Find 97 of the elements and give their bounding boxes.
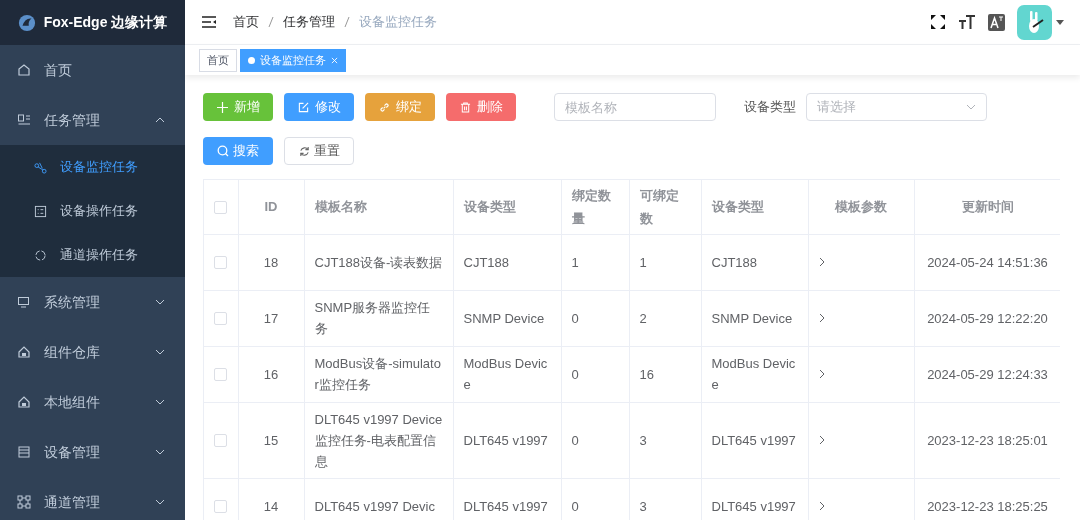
- chevron-right-icon[interactable]: [818, 313, 825, 323]
- table-cell: ModBus Device: [463, 356, 548, 392]
- chevron-down-icon: [966, 104, 976, 110]
- table-cell: DLT645 v1997: [463, 498, 548, 514]
- breadcrumb-separator: [344, 16, 350, 28]
- table-cell: DLT645 v1997 Devic: [314, 498, 435, 514]
- list-icon: [34, 204, 47, 218]
- table-cell: DLT645 v1997 Device监控任务-电表配置信息: [314, 411, 443, 469]
- breadcrumb-separator: [268, 16, 274, 28]
- row-checkbox[interactable]: [214, 500, 228, 514]
- submenu-item[interactable]: 设备监控任务: [0, 145, 185, 189]
- table-cell: ModBus设备-simulator监控任务: [314, 356, 441, 392]
- monitor-icon: [17, 295, 31, 309]
- breadcrumb-item[interactable]: 首页: [233, 12, 259, 32]
- sidebar-item[interactable]: 任务管理: [0, 95, 185, 145]
- sidebar-item[interactable]: 本地组件: [0, 377, 185, 427]
- column-header: 可绑定数: [639, 187, 679, 226]
- table-cell: 2024-05-29 12:24:33: [927, 366, 1048, 382]
- row-checkbox[interactable]: [214, 434, 228, 448]
- sidebar-item[interactable]: 组件仓库: [0, 327, 185, 377]
- table-cell: DLT645 v1997: [711, 498, 796, 514]
- column-header: ID: [264, 199, 278, 215]
- table-cell: DLT645 v1997: [711, 432, 796, 448]
- table-cell: 2: [639, 310, 647, 326]
- table-cell: 3: [639, 432, 647, 448]
- row-checkbox[interactable]: [214, 256, 228, 270]
- table-cell: 2024-05-24 14:51:36: [927, 254, 1048, 270]
- reset-button[interactable]: 重置: [284, 137, 354, 165]
- table-cell: CJT188设备-读表数据: [314, 254, 443, 270]
- template-name-field[interactable]: 模板名称: [554, 93, 716, 121]
- table-cell: 3: [639, 498, 647, 514]
- breadcrumb-item: 设备监控任务: [359, 13, 437, 32]
- column-header: 设备类型: [711, 199, 764, 215]
- row-checkbox[interactable]: [214, 312, 228, 326]
- refresh-icon: [298, 145, 310, 157]
- column-header: 绑定数量: [571, 187, 611, 226]
- house-icon: [17, 345, 31, 359]
- search-icon: [217, 145, 229, 157]
- table-cell: 0: [571, 310, 579, 326]
- nodes-icon: [17, 495, 31, 509]
- table-cell: 14: [263, 498, 279, 514]
- sidebar-item[interactable]: 设备管理: [0, 427, 185, 477]
- page-tab[interactable]: 首页: [199, 48, 237, 72]
- column-header: 设备类型: [463, 199, 516, 215]
- house-icon: [17, 395, 31, 409]
- chevron-right-icon[interactable]: [818, 257, 825, 267]
- table-cell: 2023-12-23 18:25:25: [927, 498, 1048, 514]
- submenu-item[interactable]: 通道操作任务: [0, 233, 185, 277]
- app-title: Fox-Edge 边缘计算: [43, 13, 168, 32]
- plus-icon: [216, 101, 228, 113]
- table-cell: 15: [263, 432, 279, 448]
- table-cell: 1: [639, 254, 647, 270]
- device-type-label: 设备类型: [744, 98, 796, 117]
- circle-icon: [34, 248, 47, 262]
- submenu-item[interactable]: 设备操作任务: [0, 189, 185, 233]
- edit-icon: [297, 101, 309, 113]
- select-all-checkbox[interactable]: [214, 201, 228, 215]
- table-cell: 0: [571, 366, 579, 382]
- chevron-right-icon[interactable]: [818, 369, 825, 379]
- table-cell: CJT188: [711, 254, 758, 270]
- sidebar-item[interactable]: 通道管理: [0, 477, 185, 520]
- chevron-right-icon[interactable]: [818, 435, 825, 445]
- table-cell: 2024-05-29 12:22:20: [927, 310, 1048, 326]
- fullscreen-icon[interactable]: [930, 14, 946, 30]
- table-cell: SNMP Device: [463, 310, 545, 326]
- active-dot-icon: [248, 56, 255, 64]
- chevron-right-icon[interactable]: [818, 501, 825, 511]
- dashboard-icon: [17, 113, 31, 127]
- link-icon: [378, 101, 390, 113]
- table-cell: 0: [571, 498, 579, 514]
- table-cell: DLT645 v1997: [463, 432, 548, 448]
- column-header: 更新时间: [961, 199, 1014, 215]
- font-size-icon[interactable]: [958, 14, 976, 30]
- table-cell: SNMP Device: [711, 310, 793, 326]
- server-icon: [17, 445, 31, 459]
- table-cell: 1: [571, 254, 579, 270]
- column-header: 模板名称: [314, 199, 367, 215]
- home-icon: [17, 63, 31, 77]
- table-cell: 0: [571, 432, 579, 448]
- table-cell: CJT188: [463, 254, 510, 270]
- caret-icon[interactable]: [1056, 19, 1064, 25]
- column-header: 模板参数: [835, 199, 887, 215]
- breadcrumb-item[interactable]: 任务管理: [283, 12, 335, 32]
- table-cell: 16: [263, 366, 279, 382]
- table-cell: 17: [263, 310, 279, 326]
- row-checkbox[interactable]: [214, 368, 228, 382]
- share-icon: [34, 160, 47, 174]
- table-cell: 16: [639, 366, 654, 382]
- sidebar-item[interactable]: 首页: [0, 45, 185, 95]
- menu-icon[interactable]: [201, 15, 217, 29]
- table-cell: 18: [263, 254, 279, 270]
- trash-icon: [459, 101, 471, 113]
- table-cell: ModBus Device: [711, 356, 796, 392]
- table-cell: SNMP服务器监控任务: [314, 300, 431, 336]
- translate-icon[interactable]: [988, 13, 1005, 31]
- sidebar-item[interactable]: 系统管理: [0, 277, 185, 327]
- table-cell: 2023-12-23 18:25:01: [927, 432, 1048, 448]
